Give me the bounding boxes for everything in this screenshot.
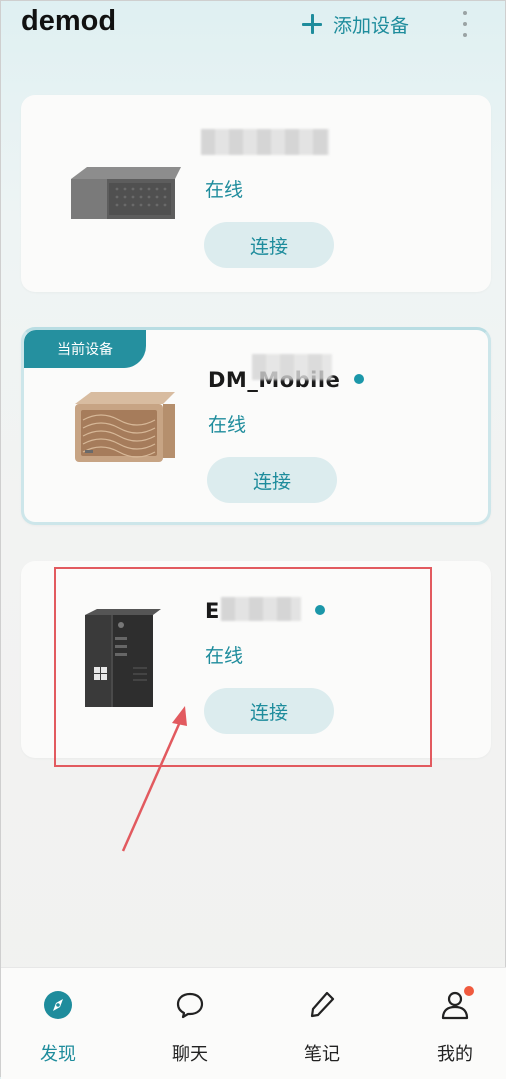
device-card[interactable]: 在线 连接	[21, 95, 491, 292]
plus-icon	[301, 13, 323, 35]
add-device-button[interactable]: 添加设备	[301, 7, 409, 41]
tab-label: 发现	[40, 1044, 76, 1065]
add-device-label: 添加设备	[333, 14, 410, 37]
device-status: 在线	[208, 414, 247, 436]
connect-button[interactable]: 连接	[207, 457, 337, 503]
online-indicator-dot	[354, 374, 364, 384]
tab-label: 我的	[437, 1044, 473, 1065]
connect-button[interactable]: 连接	[204, 222, 334, 268]
device-thumbnail	[75, 392, 175, 462]
app-title: demod	[21, 5, 117, 37]
tab-me[interactable]: 我的	[415, 986, 495, 1066]
bottom-tab-bar: 发现 聊天 笔记 我的	[1, 967, 506, 1079]
device-thumbnail	[71, 167, 181, 219]
highlight-box	[54, 567, 432, 767]
user-icon	[438, 986, 474, 1022]
device-status: 在线	[205, 179, 244, 201]
tab-discover[interactable]: 发现	[18, 988, 98, 1066]
more-options-icon[interactable]	[458, 11, 472, 37]
notification-dot	[464, 986, 474, 996]
tab-chat[interactable]: 聊天	[150, 988, 230, 1066]
tab-label: 聊天	[172, 1044, 208, 1065]
chat-bubble-icon	[173, 988, 207, 1022]
device-card-current[interactable]: 当前设备 DM_Mobile 在线 连接	[21, 327, 491, 525]
current-device-badge: 当前设备	[24, 330, 146, 368]
tab-label: 笔记	[304, 1044, 340, 1065]
compass-icon	[41, 988, 75, 1022]
pen-icon	[305, 988, 339, 1022]
tab-notes[interactable]: 笔记	[282, 988, 362, 1066]
device-name-redacted	[252, 354, 332, 380]
device-name-redacted	[201, 129, 329, 155]
